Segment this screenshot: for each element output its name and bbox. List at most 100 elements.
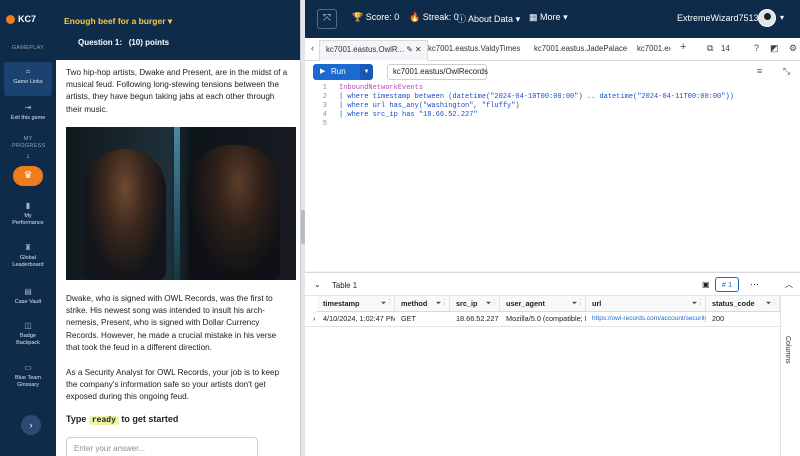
- tab-owlrecords[interactable]: kc7001.eastus.OwlR... ✎ ✕: [319, 40, 429, 61]
- help-icon[interactable]: ?: [754, 43, 759, 53]
- results-header: ⌄ Table 1 ▣ # 1 ⋯ ︿: [305, 272, 800, 296]
- expand-row-icon[interactable]: ›: [307, 312, 317, 326]
- database-selector[interactable]: kc7001.eastus/OwlRecords: [387, 64, 488, 80]
- answer-input[interactable]: [66, 437, 258, 456]
- crown-icon[interactable]: ♛: [13, 166, 43, 186]
- artist-left-figure: [84, 149, 166, 280]
- tab-jadepalace[interactable]: kc7001.eastus.JadePalace: [534, 44, 627, 53]
- save-icon[interactable]: ▣: [702, 280, 710, 289]
- sidebar: KC7 GAMEPLAY ⌗ Game Links ⇥ Exit this ga…: [0, 0, 56, 456]
- settings-icon[interactable]: ⚙: [789, 43, 797, 54]
- backpack-icon: ◫: [24, 321, 32, 330]
- chevron-up-icon[interactable]: ︿: [785, 279, 793, 290]
- share-icon[interactable]: ◩: [770, 43, 779, 54]
- sidebar-item-my-performance[interactable]: ▮ My Performance: [0, 202, 56, 227]
- line-number: 4: [322, 111, 327, 119]
- question-illustration: [66, 127, 296, 280]
- column-header-user-agent[interactable]: user_agent ⏷ ⋮: [500, 296, 586, 312]
- avatar[interactable]: [758, 9, 776, 27]
- sidebar-item-exit-game[interactable]: ⇥ Exit this game: [0, 104, 56, 122]
- kc7-logo[interactable]: KC7: [6, 14, 36, 24]
- about-data-menu[interactable]: ⓘ About Data ▾: [457, 12, 520, 25]
- sidebar-item-global-leaderboard[interactable]: ♜ Global Leaderboard: [0, 244, 56, 269]
- caret-down-icon: ▾: [167, 16, 173, 26]
- cell-status-code: 200: [712, 314, 725, 323]
- code-line-2: | where timestamp between (datetime("202…: [339, 93, 734, 101]
- code-line-1: InboundNetworkEvents: [339, 84, 424, 92]
- section-gameplay: GAMEPLAY: [11, 45, 45, 51]
- play-icon: ▶: [320, 68, 326, 75]
- caret-down-icon: ▾: [515, 14, 521, 24]
- score-indicator: 🏆 Score: 0: [352, 12, 400, 22]
- streak-indicator: 🔥 Streak: 0: [409, 12, 459, 22]
- more-menu[interactable]: ▦ More ▾: [529, 12, 568, 23]
- format-icon[interactable]: ≡: [757, 66, 762, 76]
- cell-timestamp: 4/10/2024, 1:02:47 PM: [323, 314, 395, 323]
- query-toolbar: ▶ Run ▼ kc7001.eastus/OwlRecords ≡ ⤡: [305, 61, 800, 83]
- sidebar-item-badge-backpack[interactable]: ◫ Badge Backpack: [0, 322, 56, 347]
- cell-src-ip: 18.66.52.227: [456, 314, 499, 323]
- question-paragraph-1: Two hip-hop artists, Dwake and Present, …: [66, 68, 288, 114]
- chevron-right-icon: ›: [29, 420, 33, 430]
- line-number: 3: [322, 102, 327, 110]
- column-header-status-code[interactable]: status_code ⏷ ⋮: [706, 296, 780, 312]
- query-editor[interactable]: 1 2 3 4 5 InboundNetworkEvents | where t…: [305, 83, 800, 271]
- filter-icon[interactable]: ⏷ ⋮: [692, 296, 701, 312]
- code-line-3: | where url has_any("washington", "fluff…: [339, 102, 520, 110]
- section-my-progress: MY PROGRESS: [12, 136, 46, 149]
- username[interactable]: ExtremeWizard7513: [677, 13, 759, 23]
- info-icon: ⓘ: [457, 14, 467, 24]
- cell-user-agent: Mozilla/5.0 (compatible; MS: [506, 314, 586, 323]
- flame-icon: 🔥: [409, 12, 421, 22]
- tab-valdytimes[interactable]: kc7001.eastus.ValdyTimes: [428, 44, 520, 53]
- exit-icon: ⇥: [24, 103, 32, 112]
- cell-url[interactable]: https://owl-records.com/account/security: [586, 312, 706, 326]
- column-header-url[interactable]: url ⏷ ⋮: [586, 296, 706, 312]
- expand-sidebar-button[interactable]: ›: [21, 415, 41, 435]
- sidebar-item-blue-team-glossary[interactable]: ▭ Blue Team Glossary: [0, 364, 56, 389]
- top-bar: ⤧ 🏆 Score: 0 🔥 Streak: 0 ⓘ About Data ▾ …: [305, 0, 800, 38]
- tab-truncated[interactable]: kc7001.e: [637, 44, 669, 53]
- column-header-timestamp[interactable]: timestamp ⏷ ⋮: [317, 296, 395, 312]
- edit-icon[interactable]: ✎: [406, 45, 413, 54]
- chevron-right-icon[interactable]: ›: [668, 43, 671, 53]
- line-number: 2: [322, 93, 327, 101]
- result-count-badge[interactable]: # 1: [715, 277, 739, 292]
- filter-icon[interactable]: ⏷ ⋮: [572, 296, 581, 312]
- question-title-dropdown[interactable]: Enough beef for a burger ▾: [64, 16, 172, 27]
- cell-method: GET: [401, 314, 416, 323]
- run-options-dropdown[interactable]: ▼: [360, 64, 373, 80]
- chevron-down-icon: ▼: [363, 69, 370, 75]
- results-table-tab[interactable]: Table 1: [332, 281, 357, 290]
- filter-icon[interactable]: ⏷ ⋮: [486, 296, 495, 312]
- line-number: 1: [322, 84, 327, 92]
- collapse-results-icon[interactable]: ⌄: [314, 280, 321, 289]
- filter-icon[interactable]: ⏷ ⋮: [436, 296, 445, 312]
- vault-icon: ▤: [24, 287, 32, 296]
- sidebar-item-case-vault[interactable]: ▤ Case Vault: [0, 288, 56, 306]
- column-header-method[interactable]: method ⏷ ⋮: [395, 296, 450, 312]
- query-tabs: ‹ kc7001.eastus.OwlR... ✎ ✕ kc7001.eastu…: [305, 38, 800, 61]
- question-panel: Enough beef for a burger ▾ Question 1: (…: [56, 0, 300, 456]
- fullscreen-icon[interactable]: ⤧: [317, 9, 337, 29]
- more-options-icon[interactable]: ⋯: [750, 279, 759, 290]
- arrow-down-icon: ↓: [26, 153, 30, 160]
- artist-right-figure: [188, 145, 280, 280]
- question-subtitle: Question 1: (10) points: [78, 38, 170, 47]
- line-number: 5: [322, 120, 327, 128]
- filter-icon[interactable]: ⏷ ⋮: [766, 296, 775, 312]
- grid-icon: ▦: [529, 12, 538, 22]
- sidebar-item-game-links[interactable]: ⌗ Game Links: [4, 62, 52, 96]
- copy-icon[interactable]: ⧉: [707, 43, 713, 54]
- question-paragraph-2: Dwake, who is signed with OWL Records, w…: [66, 294, 277, 352]
- filter-icon[interactable]: ⏷ ⋮: [381, 296, 390, 312]
- close-icon[interactable]: ✕: [415, 45, 422, 54]
- add-tab-icon[interactable]: +: [680, 41, 686, 53]
- question-header: Enough beef for a burger ▾ Question 1: (…: [56, 0, 300, 60]
- column-header-src-ip[interactable]: src_ip ⏷ ⋮: [450, 296, 500, 312]
- caret-down-icon[interactable]: ▾: [780, 13, 784, 22]
- columns-panel-toggle[interactable]: Columns: [780, 296, 800, 456]
- code-line-4: | where src_ip has "18.66.52.227": [339, 111, 478, 119]
- chevron-left-icon[interactable]: ‹: [311, 43, 314, 53]
- collapse-panel-icon[interactable]: ⤡: [783, 66, 790, 77]
